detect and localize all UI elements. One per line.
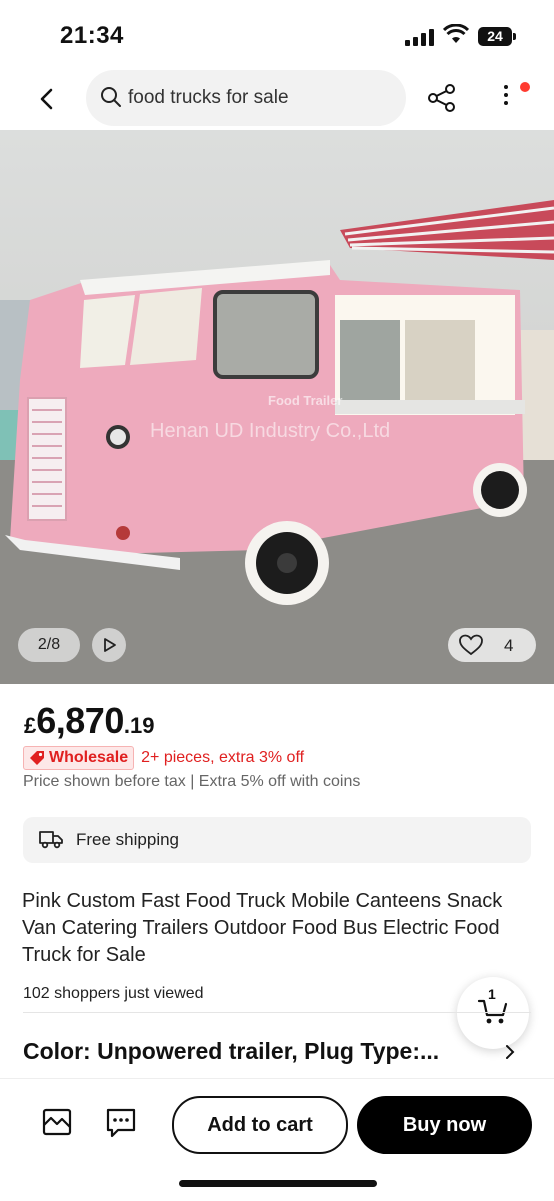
price-cents: .19 <box>123 713 155 738</box>
truck-icon <box>39 831 63 849</box>
signal-icon <box>405 28 434 46</box>
battery-indicator: 24 <box>478 27 516 46</box>
tag-icon <box>30 751 44 765</box>
back-icon[interactable] <box>30 82 64 116</box>
viewers-count: 102 shoppers just viewed <box>23 985 204 1002</box>
image-counter: 2/8 <box>18 628 80 662</box>
buy-now-button[interactable]: Buy now <box>357 1096 532 1154</box>
wholesale-label: Wholesale <box>49 749 129 766</box>
watermark-company: Henan UD Industry Co.,Ltd <box>150 420 390 442</box>
watermark-brand: Food Trailer <box>268 393 342 408</box>
product-image: Food Trailer Henan UD Industry Co.,Ltd <box>0 130 554 684</box>
product-image-gallery[interactable]: Food Trailer Henan UD Industry Co.,Ltd 2… <box>0 130 554 684</box>
price-currency: £ <box>24 713 37 738</box>
home-indicator <box>179 1180 377 1187</box>
play-icon <box>104 638 116 652</box>
search-input[interactable]: food trucks for sale <box>86 70 406 126</box>
product-title: Pink Custom Fast Food Truck Mobile Cante… <box>22 890 503 966</box>
price-main: 6,870 <box>36 700 124 741</box>
cart-icon <box>477 999 508 1024</box>
add-to-cart-button[interactable]: Add to cart <box>172 1096 348 1154</box>
product-price: £6,870.19 <box>24 700 155 741</box>
heart-icon <box>459 634 483 656</box>
store-icon[interactable] <box>42 1107 72 1137</box>
top-navigation: food trucks for sale <box>0 68 554 128</box>
favorite-button[interactable]: 4 <box>448 628 536 662</box>
wholesale-badge: Wholesale <box>23 746 135 770</box>
wholesale-promo: Wholesale 2+ pieces, extra 3% off <box>23 746 304 770</box>
divider <box>23 1012 531 1013</box>
chat-icon[interactable] <box>105 1107 137 1139</box>
chevron-right-icon[interactable] <box>503 1043 517 1061</box>
status-bar: 21:34 24 <box>0 0 554 70</box>
search-query: food trucks for sale <box>128 87 289 108</box>
shipping-row[interactable]: Free shipping <box>23 817 531 863</box>
notification-dot <box>520 82 530 92</box>
promo-text: 2+ pieces, extra 3% off <box>141 749 305 766</box>
more-icon[interactable] <box>494 82 518 114</box>
tax-note: Price shown before tax | Extra 5% off wi… <box>23 773 361 790</box>
search-icon <box>101 87 121 107</box>
share-icon[interactable] <box>426 82 458 114</box>
shipping-label: Free shipping <box>76 830 180 849</box>
play-video-button[interactable] <box>92 628 126 662</box>
wifi-icon <box>443 24 469 43</box>
favorites-count: 4 <box>504 636 514 655</box>
status-time: 21:34 <box>60 22 124 49</box>
variant-selector[interactable]: Color: Unpowered trailer, Plug Type:... <box>23 1038 483 1065</box>
